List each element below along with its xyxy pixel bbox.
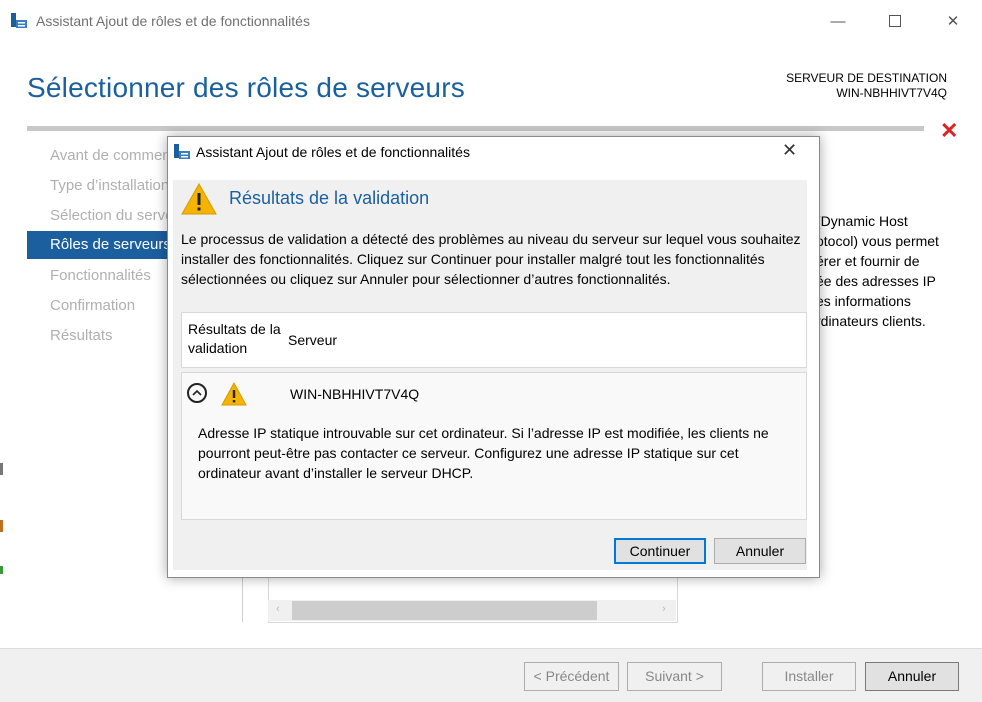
previous-button[interactable]: < Précédent — [524, 662, 619, 691]
description-line: érer et fournir de — [816, 253, 920, 269]
collapse-icon[interactable] — [187, 383, 207, 403]
role-description: (Dynamic Host otocol) vous permet érer e… — [816, 211, 976, 331]
dialog-heading: Résultats de la validation — [229, 188, 430, 208]
scrollbar-thumb[interactable] — [292, 601, 597, 620]
error-icon[interactable]: ✕ — [940, 118, 958, 144]
scroll-right-icon[interactable]: › — [662, 603, 666, 615]
dialog-message: Le processus de validation a détecté des… — [181, 231, 801, 287]
close-icon[interactable]: ✕ — [930, 6, 976, 36]
close-icon[interactable]: ✕ — [782, 140, 797, 161]
background-window-edge — [0, 463, 3, 475]
warning-icon — [181, 182, 217, 216]
description-line: es informations — [816, 293, 911, 309]
next-button[interactable]: Suivant > — [627, 662, 722, 691]
scroll-left-icon[interactable]: ‹ — [276, 603, 280, 615]
description-line: (Dynamic Host — [816, 213, 908, 229]
header-divider — [27, 126, 924, 131]
destination-server: SERVEUR DE DESTINATION WIN-NBHHIVT7V4Q — [786, 71, 947, 101]
server-manager-icon — [9, 11, 29, 31]
maximize-icon[interactable] — [872, 6, 918, 36]
cancel-button[interactable]: Annuler — [865, 662, 959, 691]
column-header-results[interactable]: Résultats de la validation — [188, 320, 286, 358]
dialog-cancel-button[interactable]: Annuler — [714, 538, 806, 564]
nav-item-server-roles[interactable]: Rôles de serveurs — [27, 231, 177, 259]
continue-button[interactable]: Continuer — [614, 538, 706, 564]
description-line: rdinateurs clients. — [816, 313, 926, 329]
nav-item-installation-type[interactable]: Type d’installation — [50, 171, 169, 201]
destination-label: SERVEUR DE DESTINATION — [786, 71, 947, 85]
background-window-edge — [0, 566, 3, 574]
destination-server-name: WIN-NBHHIVT7V4Q — [836, 86, 947, 100]
page-title: Sélectionner des rôles de serveurs — [27, 72, 465, 103]
server-manager-icon — [172, 142, 192, 162]
nav-item-label: Rôles de serveurs — [50, 236, 171, 253]
row-detail-text: Adresse IP statique introuvable sur cet … — [198, 425, 769, 481]
panel-divider — [242, 576, 243, 622]
main-window-title: Assistant Ajout de rôles et de fonctionn… — [36, 13, 310, 29]
minimize-icon[interactable]: — — [815, 6, 861, 36]
nav-item-confirmation[interactable]: Confirmation — [50, 291, 135, 321]
install-button[interactable]: Installer — [762, 662, 856, 691]
nav-item-results[interactable]: Résultats — [50, 321, 113, 351]
dialog-title: Assistant Ajout de rôles et de fonctionn… — [196, 144, 470, 160]
description-line: otocol) vous permet — [816, 233, 939, 249]
background-window-edge — [0, 520, 3, 532]
column-header-server[interactable]: Serveur — [288, 332, 337, 348]
nav-item-features[interactable]: Fonctionnalités — [50, 261, 151, 291]
description-line: ée des adresses IP — [816, 273, 936, 289]
row-server-name: WIN-NBHHIVT7V4Q — [290, 386, 420, 402]
warning-icon — [221, 381, 247, 406]
